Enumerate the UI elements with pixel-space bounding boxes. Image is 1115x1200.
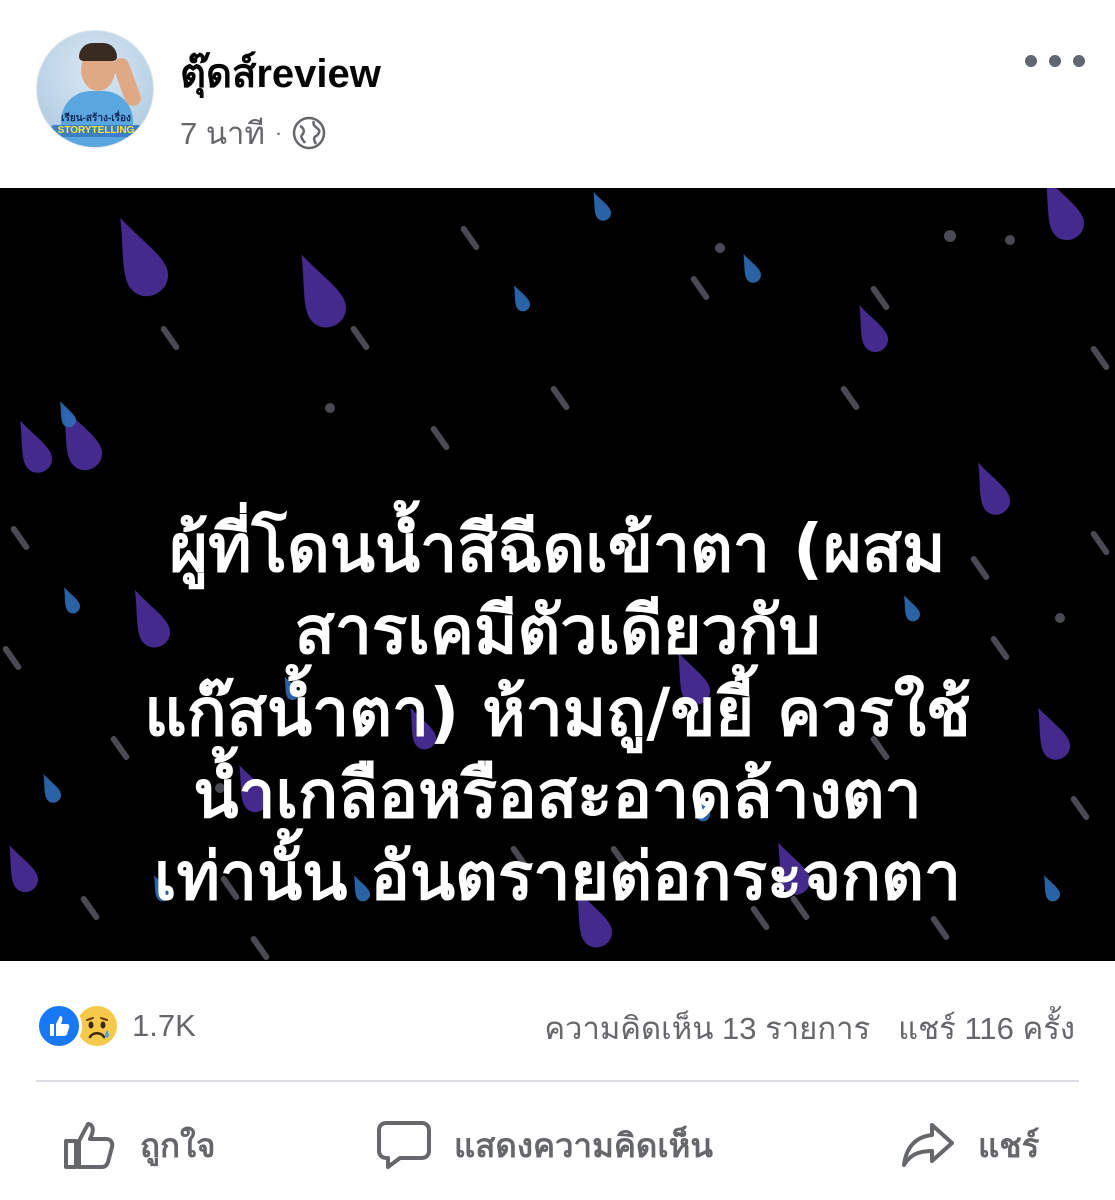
like-label: ถูกใจ xyxy=(140,1126,216,1164)
stats-right: ความคิดเห็น 13 รายการ แชร์ 116 ครั้ง xyxy=(544,1003,1075,1053)
comment-label: แสดงความคิดเห็น xyxy=(454,1126,713,1164)
more-horizontal-icon[interactable] xyxy=(1025,46,1085,76)
post-header: เรียน-สร้าง-เรื่อง STORYTELLING ตุ๊ดส์re… xyxy=(0,0,1115,188)
author-name[interactable]: ตุ๊ดส์review xyxy=(180,48,381,100)
comment-button[interactable]: แสดงความคิดเห็น xyxy=(376,1120,713,1170)
comment-icon xyxy=(377,1121,431,1169)
more-dot xyxy=(1025,55,1037,67)
like-icon xyxy=(36,1003,82,1049)
action-bar: ถูกใจ แสดงความคิดเห็น แชร์ xyxy=(0,1082,1115,1200)
share-count[interactable]: แชร์ 116 ครั้ง xyxy=(898,1003,1075,1053)
globe-icon[interactable] xyxy=(292,116,326,150)
avatar-caption-bottom: STORYTELLING xyxy=(51,125,141,137)
meta-separator: · xyxy=(274,120,283,145)
post-text-line: น้ำเกลือหรือสะอาดล้างตา xyxy=(193,756,922,833)
post-image[interactable]: ผู้ที่โดนน้ำสีฉีดเข้าตา (ผสม สารเคมีตัวเ… xyxy=(0,188,1115,961)
more-dot xyxy=(1073,55,1085,67)
like-button[interactable]: ถูกใจ xyxy=(62,1120,215,1170)
share-label: แชร์ xyxy=(978,1126,1040,1164)
comment-count[interactable]: ความคิดเห็น 13 รายการ xyxy=(544,1003,870,1053)
post-text-line: ผู้ที่โดนน้ำสีฉีดเข้าตา (ผสม xyxy=(169,510,946,587)
avatar-hair xyxy=(79,43,117,61)
share-arrow-icon xyxy=(902,1123,954,1167)
post-text-line: สารเคมีตัวเดียวกับ xyxy=(294,592,821,669)
reaction-count: 1.7K xyxy=(132,1008,196,1043)
avatar-caption-top: เรียน-สร้าง-เรื่อง xyxy=(61,113,131,124)
post-text-line: เท่านั้น อันตรายต่อกระจกตา xyxy=(153,838,962,915)
post-stats: 1.7K ความคิดเห็น 13 รายการ แชร์ 116 ครั้… xyxy=(0,961,1115,1081)
post-meta: 7 นาที · xyxy=(180,112,326,154)
post-image-text: ผู้ที่โดนน้ำสีฉีดเข้าตา (ผสม สารเคมีตัวเ… xyxy=(40,508,1075,918)
more-dot xyxy=(1049,55,1061,67)
post-time[interactable]: 7 นาที xyxy=(180,108,265,158)
thumbs-up-icon xyxy=(64,1122,115,1169)
share-button[interactable]: แชร์ xyxy=(900,1120,1039,1170)
author-avatar[interactable]: เรียน-สร้าง-เรื่อง STORYTELLING xyxy=(36,30,154,148)
post-text-line: แก๊สน้ำตา) ห้ามถู/ขยี้ ควรใช้ xyxy=(144,674,971,751)
reactions-summary[interactable]: 1.7K xyxy=(36,1001,196,1051)
